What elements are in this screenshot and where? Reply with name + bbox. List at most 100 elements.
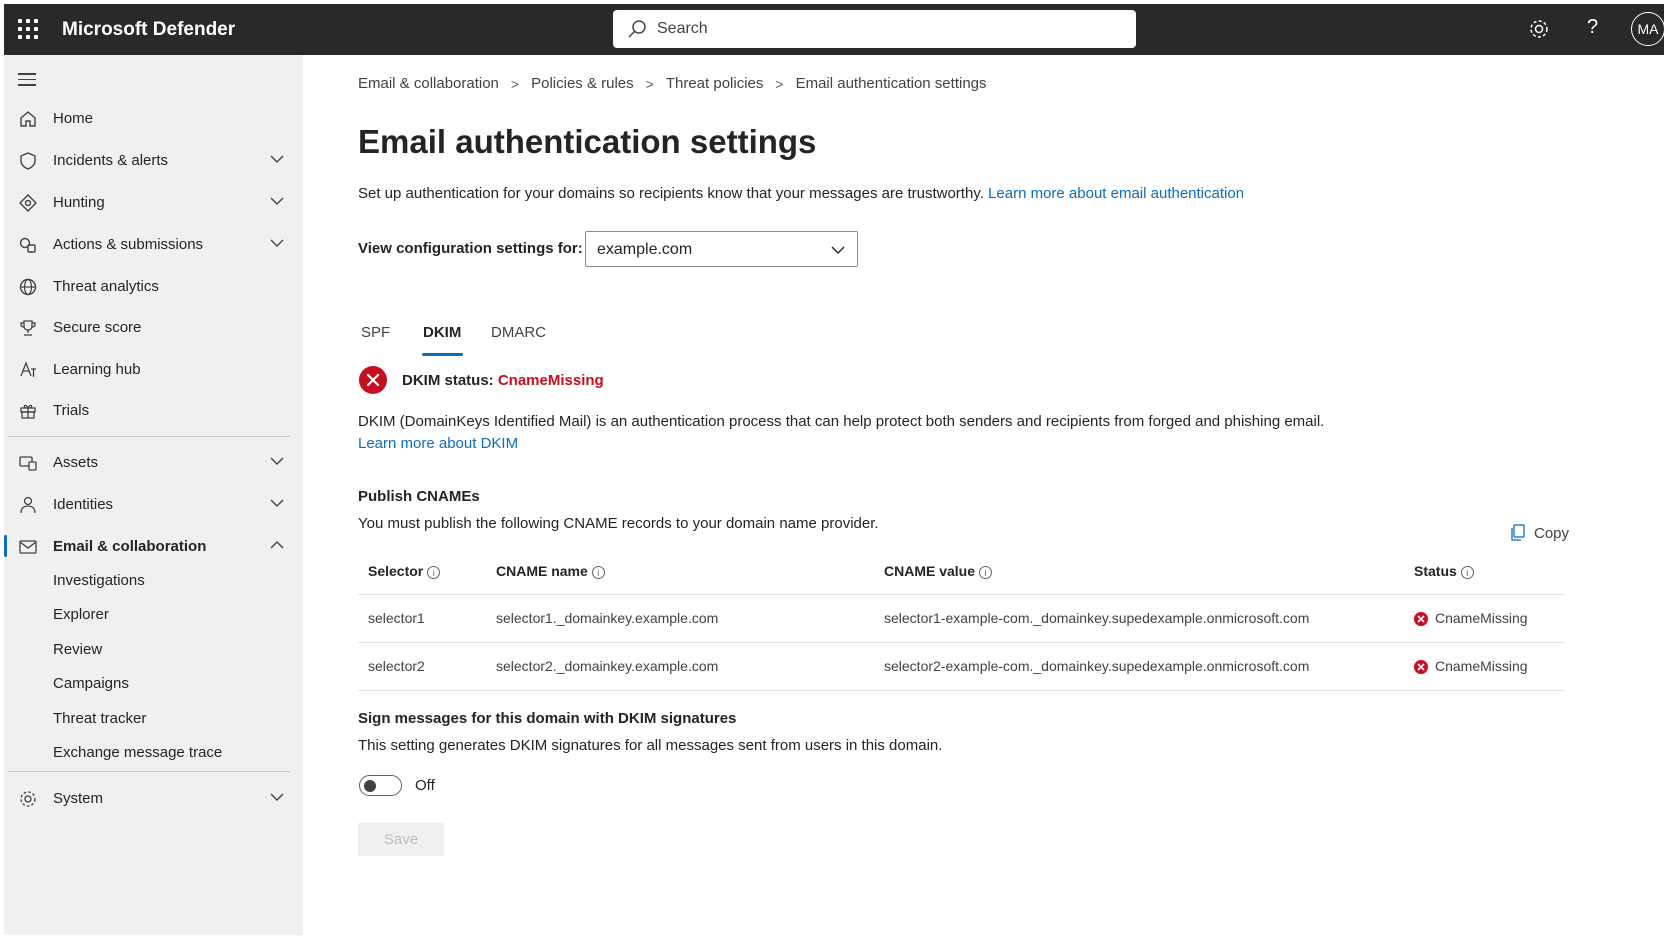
breadcrumb-current: Email authentication settings [795,75,987,92]
settings-gear-icon[interactable] [1528,18,1550,40]
active-indicator [4,535,7,557]
intro-sentence: Set up authentication for your domains s… [358,185,984,202]
chevron-down-icon[interactable] [270,196,284,206]
toggle-knob [364,780,376,792]
publish-cnames-title: Publish CNAMEs [358,488,480,505]
page-title: Email authentication settings [358,123,817,160]
app-launcher-icon[interactable] [18,19,38,39]
domain-select[interactable]: example.com [585,231,858,267]
breadcrumb-item[interactable]: Policies & rules [531,75,634,92]
info-icon[interactable]: i [591,565,605,579]
breadcrumb-item[interactable]: Threat policies [666,75,764,92]
column-header-label: CNAME name [496,562,588,579]
tab-dkim[interactable]: DKIM [423,324,461,341]
sidebar-item-incidents[interactable]: Incidents & alerts [4,141,303,179]
info-icon[interactable]: i [427,565,441,579]
collapse-nav-icon[interactable] [18,73,36,90]
sign-messages-text: This setting generates DKIM signatures f… [358,737,943,754]
copy-button[interactable]: Copy [1510,524,1569,542]
sidebar-item-threat-analytics[interactable]: Threat analytics [4,267,303,305]
sidebar-item-home[interactable]: Home [4,99,303,137]
cname-table: Selector i CNAME name i CNAME value i Statu… [358,548,1565,691]
mail-icon [19,540,37,554]
sidebar-item-email-collaboration[interactable]: Email & collaboration [4,527,303,565]
sidebar-item-identities[interactable]: Identities [4,485,303,523]
sidebar-divider [8,771,290,772]
sidebar-subitem-review[interactable]: Review [53,641,102,658]
dkim-sign-toggle[interactable] [359,775,402,796]
cell-selector: selector1 [358,594,486,643]
column-header-label: Status [1414,562,1457,579]
sidebar-item-label: Secure score [53,319,142,336]
search-input[interactable] [657,10,1117,48]
app-title[interactable]: Microsoft Defender [62,19,235,41]
column-header-label: CNAME value [884,562,976,579]
sidebar-subitem-campaigns[interactable]: Campaigns [53,675,129,692]
column-header-selector[interactable]: Selector i [358,548,486,595]
breadcrumb-item[interactable]: Email & collaboration [358,75,499,92]
chevron-down-icon[interactable] [270,238,284,248]
chevron-down-icon[interactable] [270,792,284,802]
config-label: View configuration settings for: [358,240,583,257]
sidebar-item-trials[interactable]: Trials [4,391,303,429]
tab-spf[interactable]: SPF [361,324,390,341]
column-header-cname-value[interactable]: CNAME value i [874,548,1404,595]
tab-dmarc[interactable]: DMARC [491,324,546,341]
dkim-status-label: DKIM status: [402,372,494,389]
column-header-cname-name[interactable]: CNAME name i [486,548,874,595]
home-icon [20,111,36,127]
sidebar-item-label: Threat analytics [53,278,159,295]
chevron-down-icon [831,246,845,254]
trophy-icon [20,320,36,336]
column-header-status[interactable]: Status i [1404,548,1565,595]
sidebar-item-label: Hunting [53,194,105,211]
chevron-down-icon[interactable] [270,456,284,466]
search-box[interactable] [613,10,1136,48]
sidebar-item-label: Home [53,110,94,127]
sidebar-subitem-exchange-message-trace[interactable]: Exchange message trace [53,744,222,761]
sidebar-item-label: Actions & submissions [53,236,204,253]
sidebar-item-hunting[interactable]: Hunting [4,183,303,221]
sidebar-subitem-investigations[interactable]: Investigations [53,572,145,589]
sidebar-item-label: Incidents & alerts [53,152,169,169]
learn-more-dkim-link[interactable]: Learn more about DKIM [358,433,1324,455]
gear-icon [20,791,36,807]
table-row[interactable]: selector1 selector1._domainkey.example.c… [358,594,1565,643]
dkim-description: DKIM (DomainKeys Identified Mail) is an … [358,413,1325,430]
table-row[interactable]: selector2 selector2._domainkey.example.c… [358,642,1565,691]
learn-more-email-auth-link[interactable]: Learn more about email authentication [988,185,1244,202]
globe-icon [19,278,37,296]
domain-select-value: example.com [597,241,693,258]
sidebar-item-assets[interactable]: Assets [4,443,303,481]
search-icon [628,20,646,38]
sidebar-item-secure-score[interactable]: Secure score [4,308,303,346]
main-content: Email & collaboration > Policies & rules… [303,55,1664,935]
sidebar-item-label: Email & collaboration [53,538,207,555]
chevron-down-icon[interactable] [270,154,284,164]
publish-cnames-text: You must publish the following CNAME rec… [358,515,879,532]
actions-icon [19,237,36,253]
sidebar: Home Incidents & alerts Hunting Actions … [4,55,303,935]
top-bar: Microsoft Defender ? MA [4,4,1665,55]
toggle-state-label: Off [415,777,435,794]
status-text: CnameMissing [1435,609,1528,626]
info-icon[interactable]: i [1460,565,1474,579]
sidebar-subitem-explorer[interactable]: Explorer [53,606,109,623]
chevron-up-icon[interactable] [270,540,284,550]
sidebar-divider [8,436,290,437]
avatar[interactable]: MA [1631,12,1665,46]
sidebar-item-label: System [53,790,104,807]
sidebar-item-system[interactable]: System [4,779,303,817]
error-icon [1414,612,1428,627]
chevron-down-icon[interactable] [270,498,284,508]
copy-button-label: Copy [1534,524,1570,542]
sidebar-item-learning-hub[interactable]: Learning hub [4,350,303,388]
status-text: CnameMissing [1435,657,1528,674]
help-icon[interactable]: ? [1587,16,1598,39]
cell-cname-value: selector2-example-com._domainkey.supedex… [874,642,1404,691]
save-button[interactable]: Save [358,823,444,856]
info-icon[interactable]: i [979,565,993,579]
sidebar-item-actions[interactable]: Actions & submissions [4,225,303,263]
sidebar-subitem-threat-tracker[interactable]: Threat tracker [53,710,146,727]
breadcrumb: Email & collaboration > Policies & rules… [358,75,987,92]
